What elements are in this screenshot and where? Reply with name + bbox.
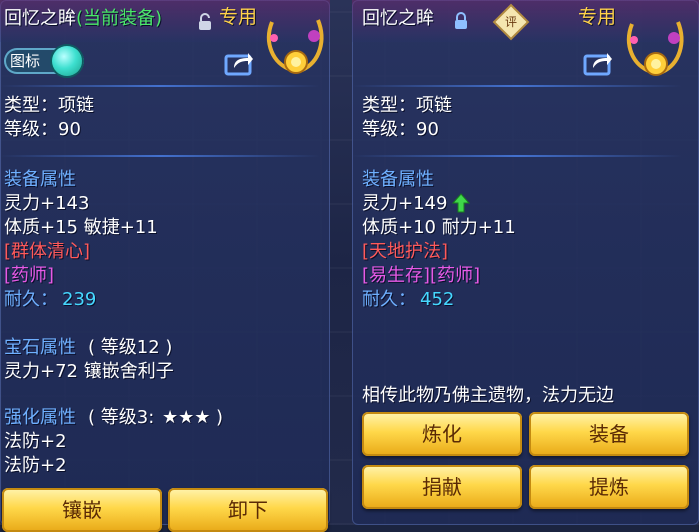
rating-badge-label: 评 <box>504 15 517 29</box>
share-icon[interactable] <box>583 50 613 76</box>
locked-icon[interactable] <box>454 12 468 30</box>
toggle-knob <box>52 46 82 76</box>
equip-button[interactable]: 装备 <box>529 412 689 456</box>
divider <box>0 85 320 87</box>
item-type: 类型：项链 <box>362 95 452 116</box>
item-level: 等级：90 <box>362 119 439 140</box>
exclusive-tag: 专用 <box>578 6 617 28</box>
gem-stat: 灵力+72 镶嵌舍利子 <box>4 361 174 382</box>
refine-button[interactable]: 炼化 <box>362 412 522 456</box>
inlay-button[interactable]: 镶嵌 <box>2 488 162 532</box>
gem-attr-title: 宝石属性 <box>4 337 76 358</box>
rating-badge[interactable]: 评 <box>495 6 527 38</box>
unlocked-icon[interactable] <box>198 13 212 31</box>
sect-requirement: [易生存][药师] <box>362 265 481 286</box>
equip-status: (当前装备) <box>76 8 163 29</box>
item-description: 相传此物乃佛主遗物，法力无边 <box>362 385 614 406</box>
sect-requirement: [药师] <box>4 265 55 286</box>
durability-value: 452 <box>420 289 455 310</box>
stat-line-2: 体质+15 敏捷+11 <box>4 217 158 238</box>
stat-line-2: 体质+10 耐力+11 <box>362 217 516 238</box>
icon-toggle[interactable]: 图标 <box>4 46 84 76</box>
donate-button[interactable]: 捐献 <box>362 465 522 509</box>
stat-line-1: 灵力+149 <box>362 193 448 214</box>
up-arrow-icon <box>452 193 470 213</box>
gem-level: ( 等级12 ) <box>88 337 173 358</box>
enhance-attr-title: 强化属性 <box>4 407 76 428</box>
item-name: 回忆之眸 <box>4 8 76 29</box>
enhance-line-2: 法防+2 <box>4 455 67 476</box>
exclusive-tag: 专用 <box>219 6 258 28</box>
durability-value: 239 <box>62 289 97 310</box>
compare-item-tooltip: 回忆之眸 评 专用 类型：项链 等级：90 装备属性 灵力+149 体质+10 … <box>352 0 699 525</box>
durability-label: 耐久： <box>4 289 58 310</box>
unequip-button[interactable]: 卸下 <box>168 488 328 532</box>
extract-button[interactable]: 提炼 <box>529 465 689 509</box>
divider <box>0 155 320 157</box>
enhance-stars: ★★★ <box>162 407 211 428</box>
item-type: 类型：项链 <box>4 95 94 116</box>
equip-attr-title: 装备属性 <box>4 169 76 190</box>
special-effect: [天地护法] <box>362 241 449 262</box>
divider <box>352 155 682 157</box>
durability-label: 耐久： <box>362 289 416 310</box>
current-item-tooltip: 回忆之眸 (当前装备) 专用 图标 类型：项链 等级：90 装备属性 灵力+14… <box>0 0 330 532</box>
necklace-icon <box>626 21 684 76</box>
share-icon[interactable] <box>224 50 254 76</box>
necklace-icon <box>266 19 324 74</box>
item-name: 回忆之眸 <box>362 8 434 29</box>
enhance-level-close: ) <box>216 407 224 428</box>
icon-toggle-label: 图标 <box>10 52 41 70</box>
enhance-level: ( 等级3: <box>88 407 155 428</box>
divider <box>352 85 682 87</box>
enhance-line-1: 法防+2 <box>4 431 67 452</box>
stat-line-1: 灵力+143 <box>4 193 90 214</box>
special-effect: [群体清心] <box>4 241 91 262</box>
item-level: 等级：90 <box>4 119 81 140</box>
equip-attr-title: 装备属性 <box>362 169 434 190</box>
